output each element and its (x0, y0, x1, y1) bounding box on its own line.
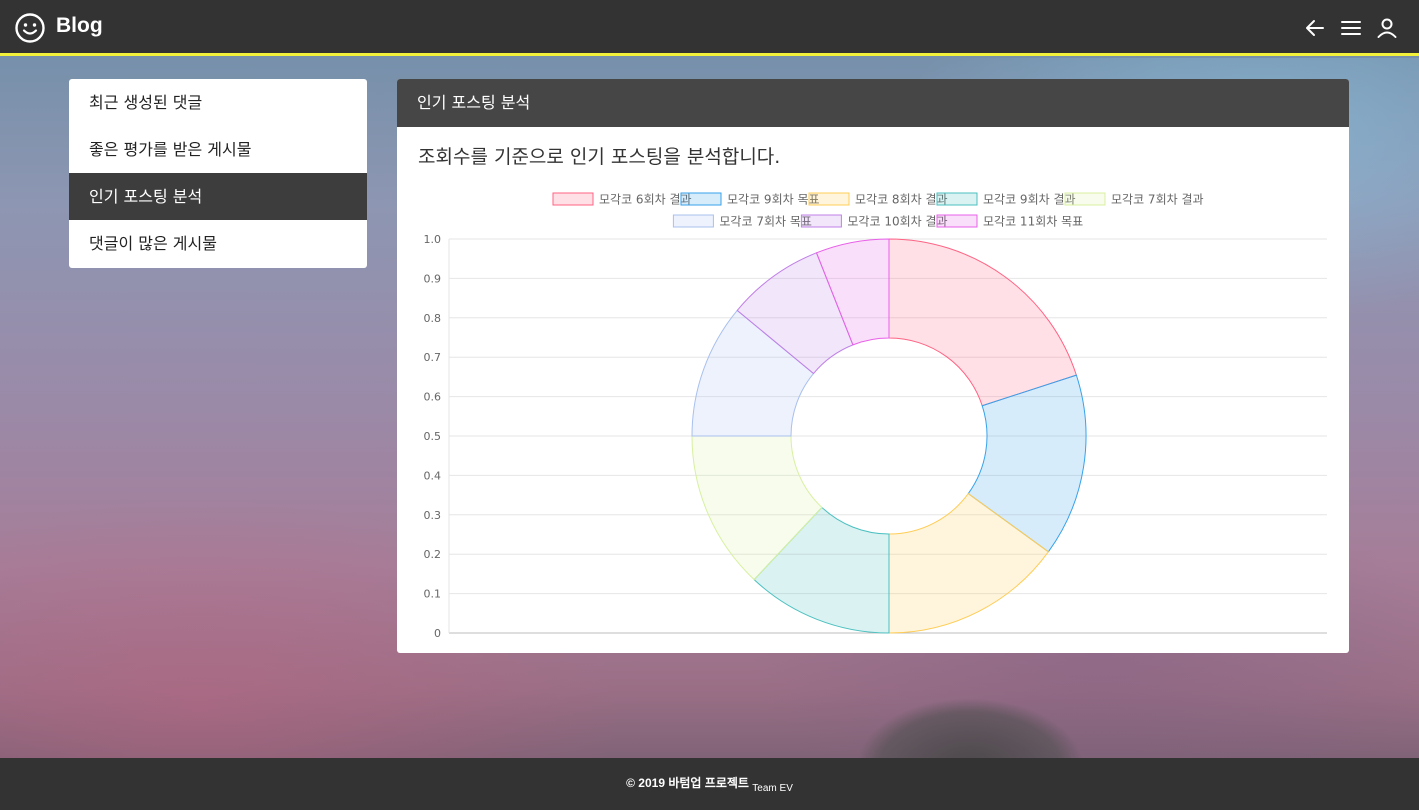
footer: © 2019 바텀업 프로젝트 Team EV (0, 758, 1419, 810)
doughnut-chart: 모각코 6회차 결과 모각코 9회차 목표 모각코 8회차 결과 모각코 9회차 결과… (424, 192, 1327, 639)
sidebar-menu: 최근 생성된 댓글 좋은 평가를 받은 게시물 인기 포스팅 분석 댓글이 많은… (69, 79, 367, 268)
legend-label: 모각코 9회차 결과 (983, 193, 1076, 207)
legend-label: 모각코 6회차 결과 (599, 193, 692, 207)
card-description: 조회수를 기준으로 인기 포스팅을 분석합니다. (418, 146, 781, 168)
brand-title[interactable]: Blog (56, 14, 103, 38)
legend-label: 모각코 8회차 결과 (855, 193, 948, 207)
y-tick-label: 0 (434, 627, 441, 639)
smile-icon[interactable] (14, 12, 46, 44)
back-arrow-icon[interactable] (1303, 16, 1327, 40)
y-tick-label: 0.8 (424, 312, 442, 325)
legend-swatch (672, 214, 714, 228)
y-tick-label: 0.5 (424, 430, 442, 443)
sidebar-item-top-rated-posts[interactable]: 좋은 평가를 받은 게시물 (69, 126, 367, 173)
menu-icon[interactable] (1339, 16, 1363, 40)
legend-swatch (800, 214, 842, 228)
y-tick-label: 0.7 (424, 351, 442, 364)
y-tick-label: 1.0 (424, 233, 442, 246)
legend-swatch (1064, 192, 1106, 206)
doughnut-slice (888, 238, 1077, 407)
card-title: 인기 포스팅 분석 (397, 79, 1349, 127)
sidebar-item-popular-posting-analysis[interactable]: 인기 포스팅 분석 (69, 173, 367, 220)
legend-label: 모각코 7회차 목표 (719, 215, 812, 229)
legend-swatch (936, 214, 978, 228)
y-tick-label: 0.3 (424, 509, 442, 522)
y-tick-label: 0.1 (424, 588, 442, 601)
legend-label: 모각코 11회차 목표 (983, 215, 1083, 229)
legend-swatch (680, 192, 722, 206)
background-tree (820, 676, 1120, 766)
user-icon[interactable] (1375, 16, 1399, 40)
y-tick-label: 0.9 (424, 272, 442, 285)
legend-label: 모각코 10회차 결과 (847, 215, 947, 229)
legend-label: 모각코 7회차 결과 (1111, 193, 1204, 207)
footer-team: Team EV (752, 783, 793, 794)
sidebar-item-recent-comments[interactable]: 최근 생성된 댓글 (69, 79, 367, 126)
footer-text: © 2019 바텀업 프로젝트 Team EV (0, 774, 1419, 794)
y-tick-label: 0.4 (424, 469, 442, 482)
y-tick-label: 0.6 (424, 391, 442, 404)
legend-swatch (936, 192, 978, 206)
sidebar-item-most-commented-posts[interactable]: 댓글이 많은 게시물 (69, 220, 367, 267)
y-tick-label: 0.2 (424, 548, 442, 561)
top-navbar: Blog (0, 0, 1419, 56)
legend-label: 모각코 9회차 목표 (727, 193, 820, 207)
footer-copyright: © 2019 바텀업 프로젝트 (626, 776, 749, 790)
analysis-card: 인기 포스팅 분석 조회수를 기준으로 인기 포스팅을 분석합니다. 모각코 6… (397, 79, 1349, 653)
legend-swatch (808, 192, 850, 206)
legend-swatch (552, 192, 594, 206)
